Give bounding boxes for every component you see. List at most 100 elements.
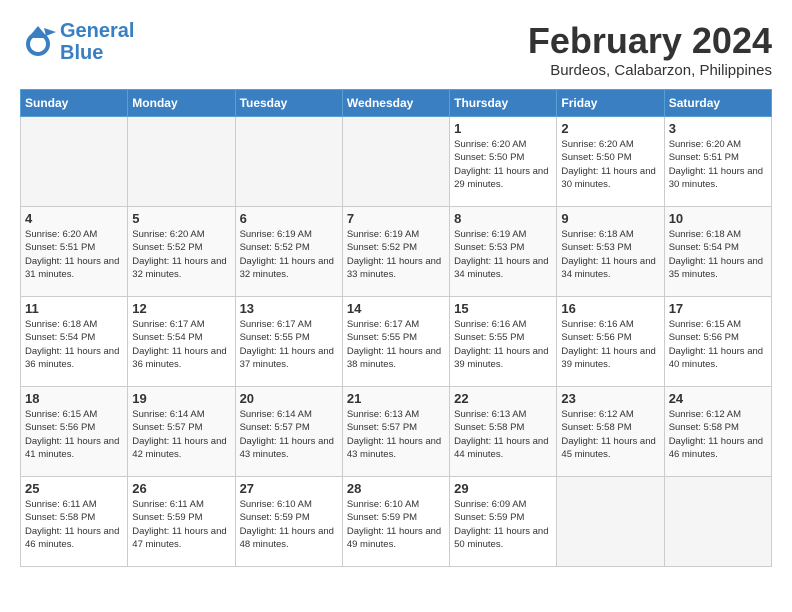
day-number: 14 [347, 301, 445, 316]
weekday-header-row: SundayMondayTuesdayWednesdayThursdayFrid… [21, 90, 772, 117]
logo: General Blue [20, 20, 134, 64]
day-number: 3 [669, 121, 767, 136]
day-number: 17 [669, 301, 767, 316]
day-number: 8 [454, 211, 552, 226]
day-number: 19 [132, 391, 230, 406]
day-number: 4 [25, 211, 123, 226]
day-info: Sunrise: 6:20 AM Sunset: 5:52 PM Dayligh… [132, 228, 230, 281]
day-number: 16 [561, 301, 659, 316]
day-cell: 29 Sunrise: 6:09 AM Sunset: 5:59 PM Dayli… [450, 477, 557, 567]
day-number: 18 [25, 391, 123, 406]
day-cell: 22 Sunrise: 6:13 AM Sunset: 5:58 PM Dayli… [450, 387, 557, 477]
week-row-2: 11Sunrise: 6:18 AM Sunset: 5:54 PM Dayli… [21, 297, 772, 387]
day-info: Sunrise: 6:10 AM Sunset: 5:59 PM Dayligh… [240, 498, 338, 551]
day-info: Sunrise: 6:20 AM Sunset: 5:51 PM Dayligh… [669, 138, 767, 191]
day-info: Sunrise: 6:09 AM Sunset: 5:59 PM Dayligh… [454, 498, 552, 551]
weekday-saturday: Saturday [664, 90, 771, 117]
day-cell: 19 Sunrise: 6:14 AM Sunset: 5:57 PM Dayli… [128, 387, 235, 477]
day-info: Sunrise: 6:11 AM Sunset: 5:59 PM Dayligh… [132, 498, 230, 551]
day-cell [557, 477, 664, 567]
day-info: Sunrise: 6:19 AM Sunset: 5:53 PM Dayligh… [454, 228, 552, 281]
day-info: Sunrise: 6:20 AM Sunset: 5:50 PM Dayligh… [561, 138, 659, 191]
day-info: Sunrise: 6:14 AM Sunset: 5:57 PM Dayligh… [240, 408, 338, 461]
logo-icon [20, 22, 56, 58]
day-info: Sunrise: 6:12 AM Sunset: 5:58 PM Dayligh… [669, 408, 767, 461]
day-number: 28 [347, 481, 445, 496]
day-number: 6 [240, 211, 338, 226]
day-cell: 26 Sunrise: 6:11 AM Sunset: 5:59 PM Dayli… [128, 477, 235, 567]
weekday-wednesday: Wednesday [342, 90, 449, 117]
day-number: 9 [561, 211, 659, 226]
day-cell [128, 117, 235, 207]
calendar-body: 1 Sunrise: 6:20 AM Sunset: 5:50 PM Daylig… [21, 117, 772, 567]
day-number: 5 [132, 211, 230, 226]
day-info: Sunrise: 6:20 AM Sunset: 5:51 PM Dayligh… [25, 228, 123, 281]
day-number: 21 [347, 391, 445, 406]
week-row-0: 1 Sunrise: 6:20 AM Sunset: 5:50 PM Daylig… [21, 117, 772, 207]
day-number: 29 [454, 481, 552, 496]
day-cell: 9 Sunrise: 6:18 AM Sunset: 5:53 PM Daylig… [557, 207, 664, 297]
day-info: Sunrise: 6:19 AM Sunset: 5:52 PM Dayligh… [347, 228, 445, 281]
week-row-1: 4 Sunrise: 6:20 AM Sunset: 5:51 PM Daylig… [21, 207, 772, 297]
title-block: February 2024 Burdeos, Calabarzon, Phili… [528, 20, 772, 79]
week-row-3: 18 Sunrise: 6:15 AM Sunset: 5:56 PM Dayli… [21, 387, 772, 477]
day-cell [342, 117, 449, 207]
weekday-tuesday: Tuesday [235, 90, 342, 117]
day-cell: 5 Sunrise: 6:20 AM Sunset: 5:52 PM Daylig… [128, 207, 235, 297]
day-info: Sunrise: 6:17 AM Sunset: 5:55 PM Dayligh… [240, 318, 338, 371]
week-row-4: 25Sunrise: 6:11 AM Sunset: 5:58 PM Dayli… [21, 477, 772, 567]
calendar-table: SundayMondayTuesdayWednesdayThursdayFrid… [20, 89, 772, 567]
day-info: Sunrise: 6:18 AM Sunset: 5:54 PM Dayligh… [25, 318, 123, 371]
day-number: 26 [132, 481, 230, 496]
day-number: 24 [669, 391, 767, 406]
month-title: February 2024 [528, 20, 772, 62]
day-number: 23 [561, 391, 659, 406]
day-info: Sunrise: 6:15 AM Sunset: 5:56 PM Dayligh… [669, 318, 767, 371]
weekday-monday: Monday [128, 90, 235, 117]
day-cell: 10 Sunrise: 6:18 AM Sunset: 5:54 PM Dayli… [664, 207, 771, 297]
day-info: Sunrise: 6:17 AM Sunset: 5:55 PM Dayligh… [347, 318, 445, 371]
day-info: Sunrise: 6:16 AM Sunset: 5:56 PM Dayligh… [561, 318, 659, 371]
day-cell: 13 Sunrise: 6:17 AM Sunset: 5:55 PM Dayli… [235, 297, 342, 387]
logo-general: General [60, 20, 134, 42]
day-info: Sunrise: 6:15 AM Sunset: 5:56 PM Dayligh… [25, 408, 123, 461]
day-cell: 3 Sunrise: 6:20 AM Sunset: 5:51 PM Daylig… [664, 117, 771, 207]
day-info: Sunrise: 6:12 AM Sunset: 5:58 PM Dayligh… [561, 408, 659, 461]
day-cell [664, 477, 771, 567]
day-number: 12 [132, 301, 230, 316]
day-cell [235, 117, 342, 207]
day-info: Sunrise: 6:11 AM Sunset: 5:58 PM Dayligh… [25, 498, 123, 551]
day-info: Sunrise: 6:19 AM Sunset: 5:52 PM Dayligh… [240, 228, 338, 281]
day-cell: 7 Sunrise: 6:19 AM Sunset: 5:52 PM Daylig… [342, 207, 449, 297]
day-number: 7 [347, 211, 445, 226]
weekday-friday: Friday [557, 90, 664, 117]
day-info: Sunrise: 6:10 AM Sunset: 5:59 PM Dayligh… [347, 498, 445, 551]
day-cell: 12Sunrise: 6:17 AM Sunset: 5:54 PM Dayli… [128, 297, 235, 387]
day-cell: 28 Sunrise: 6:10 AM Sunset: 5:59 PM Dayli… [342, 477, 449, 567]
day-number: 20 [240, 391, 338, 406]
day-cell: 6 Sunrise: 6:19 AM Sunset: 5:52 PM Daylig… [235, 207, 342, 297]
day-cell: 2 Sunrise: 6:20 AM Sunset: 5:50 PM Daylig… [557, 117, 664, 207]
day-info: Sunrise: 6:18 AM Sunset: 5:53 PM Dayligh… [561, 228, 659, 281]
day-info: Sunrise: 6:13 AM Sunset: 5:57 PM Dayligh… [347, 408, 445, 461]
day-cell: 11Sunrise: 6:18 AM Sunset: 5:54 PM Dayli… [21, 297, 128, 387]
day-number: 13 [240, 301, 338, 316]
day-cell: 14 Sunrise: 6:17 AM Sunset: 5:55 PM Dayli… [342, 297, 449, 387]
day-number: 1 [454, 121, 552, 136]
day-number: 2 [561, 121, 659, 136]
day-cell: 16 Sunrise: 6:16 AM Sunset: 5:56 PM Dayli… [557, 297, 664, 387]
day-info: Sunrise: 6:13 AM Sunset: 5:58 PM Dayligh… [454, 408, 552, 461]
day-info: Sunrise: 6:18 AM Sunset: 5:54 PM Dayligh… [669, 228, 767, 281]
day-info: Sunrise: 6:14 AM Sunset: 5:57 PM Dayligh… [132, 408, 230, 461]
day-cell: 24 Sunrise: 6:12 AM Sunset: 5:58 PM Dayli… [664, 387, 771, 477]
day-cell: 20 Sunrise: 6:14 AM Sunset: 5:57 PM Dayli… [235, 387, 342, 477]
page-header: General Blue February 2024 Burdeos, Cala… [20, 20, 772, 79]
day-cell: 21 Sunrise: 6:13 AM Sunset: 5:57 PM Dayli… [342, 387, 449, 477]
logo-blue: Blue [60, 42, 134, 64]
day-info: Sunrise: 6:16 AM Sunset: 5:55 PM Dayligh… [454, 318, 552, 371]
day-number: 10 [669, 211, 767, 226]
day-number: 15 [454, 301, 552, 316]
day-cell [21, 117, 128, 207]
day-number: 22 [454, 391, 552, 406]
day-cell: 25Sunrise: 6:11 AM Sunset: 5:58 PM Dayli… [21, 477, 128, 567]
